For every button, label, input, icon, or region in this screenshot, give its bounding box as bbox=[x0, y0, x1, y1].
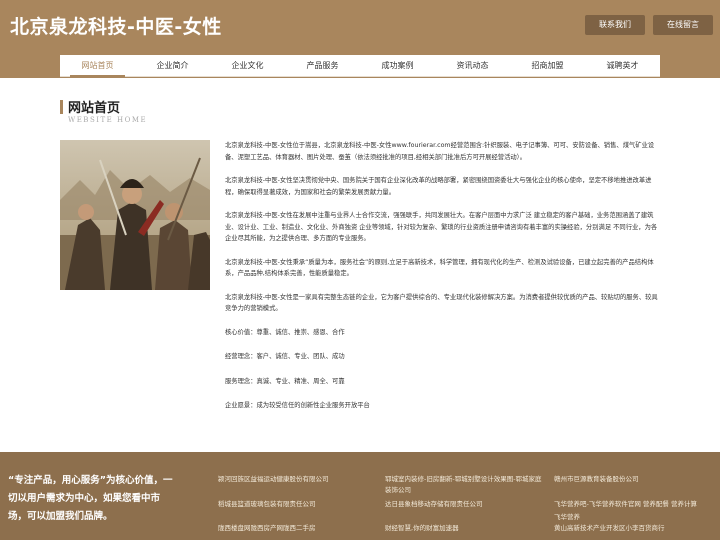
nav-item-cases[interactable]: 成功案例 bbox=[360, 55, 435, 76]
service-philosophy: 服务理念：真诚、专业、精准、周全、可靠 bbox=[225, 377, 345, 385]
footer-link[interactable]: 稻城县篮道玻璃包装有限责任公司 bbox=[218, 499, 316, 510]
nav-item-culture[interactable]: 企业文化 bbox=[210, 55, 285, 76]
page-title: 网站首页 bbox=[68, 101, 121, 116]
intro-paragraph: 北京泉龙科技-中医-女性坚决贯彻党中央、国务院关于国有企业深化改革的战略部署，紧… bbox=[225, 177, 652, 196]
nav-item-jobs[interactable]: 诚聘英才 bbox=[585, 55, 660, 76]
footer-link[interactable]: 飞华营养吧-飞华营养软件官网 营养配餐 营养计算 bbox=[554, 499, 697, 510]
footer: “专注产品，用心服务”为核心价值，一切以用户需求为中心，如果您看中市场，可以加盟… bbox=[0, 452, 720, 540]
footer-slogan: “专注产品，用心服务”为核心价值，一切以用户需求为中心，如果您看中市场，可以加盟… bbox=[8, 475, 173, 522]
footer-link[interactable]: 飞华营养 bbox=[554, 512, 580, 523]
page-subtitle: WEBSITE HOME bbox=[68, 116, 148, 124]
online-message-button[interactable]: 在线留言 bbox=[653, 15, 713, 35]
core-value: 核心价值：尊重、诚信、推崇、感恩、合作 bbox=[225, 328, 345, 336]
intro-paragraph: 北京泉龙科技-中医-女性秉承“质量为本，服务社会”的原则,立足于高新技术，科学管… bbox=[225, 258, 654, 278]
footer-link[interactable]: 陇西楼盘网陇西房产网陇西二手房 bbox=[218, 523, 316, 534]
intro-paragraph: 北京泉龙科技-中医-女性在发展中注重与业界人士合作交流，强强联手，共同发展壮大。… bbox=[225, 212, 658, 242]
footer-link[interactable]: 黄山高新技术产业开发区小李百货商行 bbox=[554, 523, 665, 534]
intro-content: 北京泉龙科技-中医-女性位于嵩县，北京泉龙科技-中医-女性www.fourier… bbox=[225, 140, 661, 425]
business-philosophy: 经营理念：客户、诚信、专业、团队、成功 bbox=[225, 353, 345, 360]
nav-item-home[interactable]: 网站首页 bbox=[60, 55, 135, 77]
company-vision: 企业愿景：成为较受信任的创新性企业服务开放平台 bbox=[225, 402, 370, 409]
nav-item-about[interactable]: 企业简介 bbox=[135, 55, 210, 76]
footer-link[interactable]: 达日县象档移动存储有限责任公司 bbox=[385, 499, 483, 510]
heading-accent-bar bbox=[60, 100, 63, 114]
footer-link[interactable]: 赣州市巨源教育装备股份公司 bbox=[554, 474, 639, 485]
main-nav: 网站首页 企业简介 企业文化 产品服务 成功案例 资讯动态 招商加盟 诚聘英才 bbox=[60, 55, 660, 77]
intro-paragraph: 北京泉龙科技-中医-女性位于嵩县，北京泉龙科技-中医-女性www.fourier… bbox=[225, 142, 655, 161]
footer-link[interactable]: 财经智慧,你的财富加速器 bbox=[385, 523, 459, 534]
footer-link[interactable]: 颍河回族区益福运动健康股份有限公司 bbox=[218, 474, 329, 485]
battle-scene-image bbox=[60, 140, 210, 290]
nav-item-products[interactable]: 产品服务 bbox=[285, 55, 360, 76]
intro-paragraph: 北京泉龙科技-中医-女性是一家具有完整生态链的企业，它为客户提供综合的、专业现代… bbox=[225, 293, 658, 313]
nav-item-news[interactable]: 资讯动态 bbox=[435, 55, 510, 76]
nav-item-franchise[interactable]: 招商加盟 bbox=[510, 55, 585, 76]
company-photo bbox=[60, 140, 210, 290]
contact-us-button[interactable]: 联系我们 bbox=[585, 15, 645, 35]
site-title[interactable]: 北京泉龙科技-中医-女性 bbox=[10, 12, 222, 39]
footer-link[interactable]: 郓城室内装修-旧房翻新-郓城别墅设计效果图-郓城家庭装饰公司 bbox=[385, 474, 545, 496]
